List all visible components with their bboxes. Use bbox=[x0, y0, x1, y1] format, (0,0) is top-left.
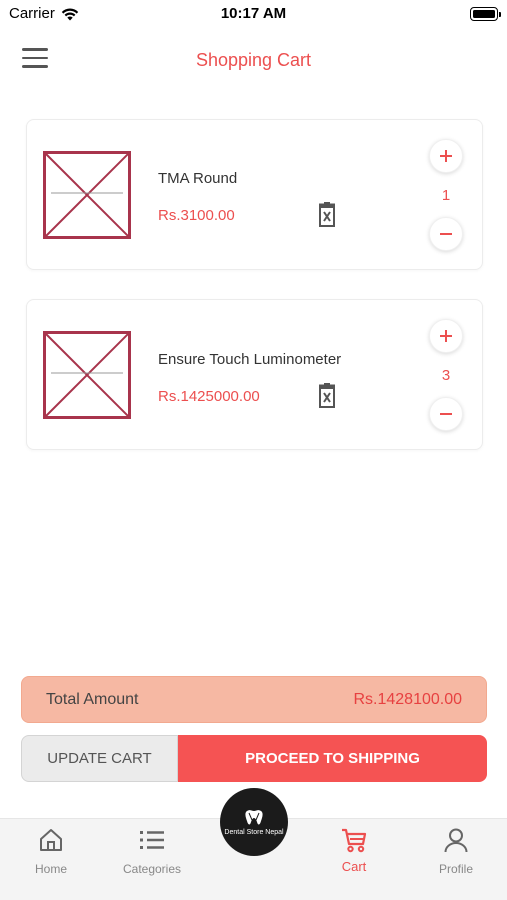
increase-quantity-button[interactable] bbox=[429, 319, 463, 353]
decrease-quantity-button[interactable] bbox=[429, 397, 463, 431]
cart-item: TMA Round Rs.3100.00 1 bbox=[26, 119, 483, 270]
quantity-value: 1 bbox=[441, 187, 451, 204]
status-time: 10:17 AM bbox=[220, 5, 287, 22]
item-name: TMA Round bbox=[158, 170, 238, 187]
nav-label: Cart bbox=[341, 859, 367, 874]
total-amount-bar: Total Amount Rs.1428100.00 bbox=[21, 676, 487, 723]
image-placeholder-icon bbox=[43, 331, 131, 419]
cart-icon bbox=[342, 828, 367, 853]
image-placeholder-icon bbox=[43, 151, 131, 239]
nav-item-profile[interactable]: Profile bbox=[411, 827, 501, 876]
nav-label: Profile bbox=[438, 862, 473, 876]
nav-label: Categories bbox=[122, 862, 182, 876]
user-icon bbox=[444, 828, 468, 853]
minus-icon bbox=[440, 233, 452, 235]
total-label: Total Amount bbox=[46, 691, 139, 708]
trash-icon[interactable] bbox=[316, 202, 338, 228]
battery-icon bbox=[470, 7, 501, 21]
store-logo-button[interactable]: Dental Store Nepal bbox=[220, 788, 288, 856]
update-cart-button[interactable]: UPDATE CART bbox=[21, 735, 178, 782]
item-price: Rs.1425000.00 bbox=[158, 388, 260, 405]
item-price: Rs.3100.00 bbox=[158, 207, 235, 224]
tooth-logo-icon bbox=[245, 809, 263, 825]
status-bar: Carrier 10:17 AM bbox=[0, 0, 507, 30]
minus-icon bbox=[440, 413, 452, 415]
increase-quantity-button[interactable] bbox=[429, 139, 463, 173]
decrease-quantity-button[interactable] bbox=[429, 217, 463, 251]
nav-item-cart[interactable]: Cart bbox=[309, 827, 399, 874]
store-logo-text: Dental Store Nepal bbox=[224, 828, 284, 836]
item-name: Ensure Touch Luminometer bbox=[158, 351, 342, 368]
nav-item-home[interactable]: Home bbox=[6, 827, 96, 876]
home-icon bbox=[40, 829, 62, 851]
total-value: Rs.1428100.00 bbox=[353, 691, 462, 708]
trash-icon[interactable] bbox=[316, 383, 338, 409]
nav-item-categories[interactable]: Categories bbox=[107, 827, 197, 876]
quantity-value: 3 bbox=[441, 367, 451, 384]
cart-item: Ensure Touch Luminometer Rs.1425000.00 3 bbox=[26, 299, 483, 450]
proceed-to-shipping-button[interactable]: PROCEED TO SHIPPING bbox=[178, 735, 487, 782]
list-icon bbox=[140, 831, 164, 849]
nav-label: Home bbox=[34, 862, 67, 876]
plus-icon bbox=[440, 330, 452, 342]
plus-icon bbox=[440, 150, 452, 162]
header: Shopping Cart bbox=[0, 40, 507, 82]
page-title: Shopping Cart bbox=[195, 50, 312, 70]
